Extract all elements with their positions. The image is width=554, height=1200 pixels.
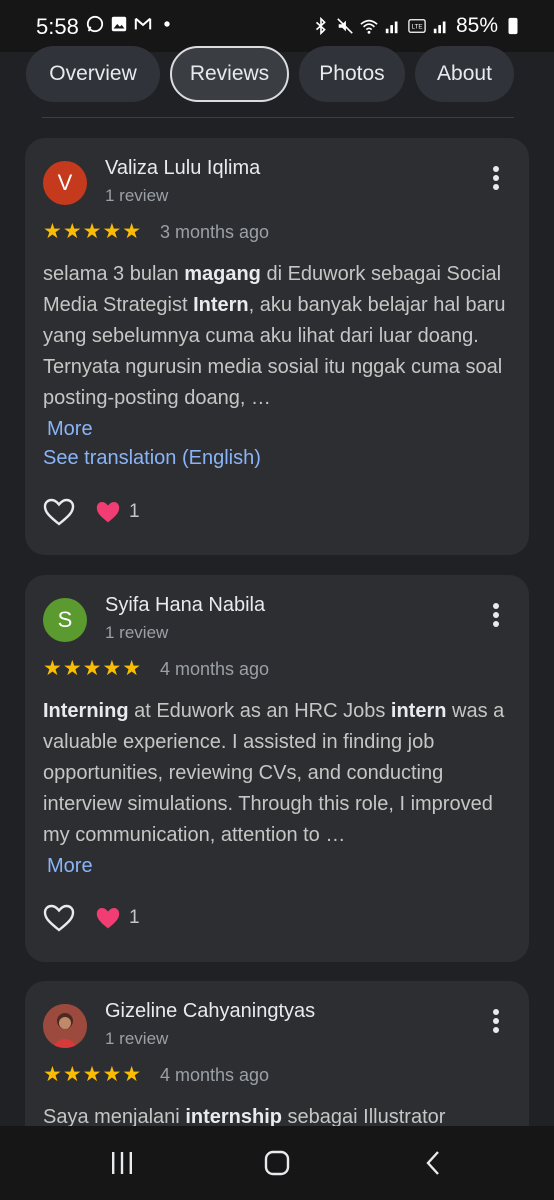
system-indicators: LTE 85% xyxy=(312,14,522,38)
avatar[interactable] xyxy=(43,1004,87,1048)
star-rating: ★★★★★ xyxy=(43,657,143,680)
bluetooth-icon xyxy=(315,17,326,35)
tabs-divider xyxy=(42,117,514,118)
svg-text:LTE: LTE xyxy=(411,24,422,31)
reaction-row: 1 xyxy=(43,903,140,933)
tab-reviews[interactable]: Reviews xyxy=(170,46,289,102)
more-link[interactable]: More xyxy=(47,855,93,877)
signal-icon xyxy=(385,21,398,34)
reviewer-meta: 1 review xyxy=(105,1029,169,1048)
tab-photos[interactable]: Photos xyxy=(299,46,405,102)
reviewer-meta: 1 review xyxy=(105,186,169,205)
heart-reaction[interactable]: 1 xyxy=(95,500,140,524)
reviewer-name[interactable]: Syifa Hana Nabila xyxy=(105,594,265,617)
review-card: Gizeline Cahyaningtyas 1 review ★★★★★ 4 … xyxy=(25,981,529,1126)
volte-icon: LTE xyxy=(408,19,426,33)
more-options-icon[interactable] xyxy=(491,166,501,194)
reviewer-name[interactable]: Gizeline Cahyaningtyas xyxy=(105,1000,315,1023)
review-text[interactable]: selama 3 bulan magang di Eduwork sebagai… xyxy=(43,259,519,445)
more-link[interactable]: More xyxy=(47,418,93,440)
review-text[interactable]: Interning at Eduwork as an HRC Jobs inte… xyxy=(43,696,519,882)
reaction-count: 1 xyxy=(129,907,140,928)
profile-photo xyxy=(43,1004,87,1048)
heart-emoji-icon xyxy=(96,908,120,929)
heart-emoji-icon xyxy=(96,502,120,523)
whatsapp-icon xyxy=(86,15,104,33)
gmail-icon xyxy=(134,17,152,30)
status-time: 5:58 xyxy=(36,14,79,39)
tab-overview[interactable]: Overview xyxy=(26,46,160,102)
reaction-row: 1 xyxy=(43,497,140,527)
review-time: 4 months ago xyxy=(160,659,270,679)
more-options-icon[interactable] xyxy=(491,603,501,631)
like-heart-icon[interactable] xyxy=(43,497,75,527)
review-card: V Valiza Lulu Iqlima 1 review ★★★★★ 3 mo… xyxy=(25,138,529,555)
more-options-icon[interactable] xyxy=(491,1009,501,1037)
recent-apps-icon[interactable] xyxy=(109,1150,135,1176)
more-notifications-dot-icon xyxy=(164,21,170,27)
battery-percent: 85% xyxy=(455,14,498,37)
notification-icons xyxy=(86,15,176,33)
star-rating: ★★★★★ xyxy=(43,1063,143,1086)
like-heart-icon[interactable] xyxy=(43,903,75,933)
battery-icon xyxy=(508,17,518,35)
mute-icon xyxy=(337,18,353,34)
home-icon[interactable] xyxy=(263,1150,291,1176)
wifi-icon xyxy=(360,19,378,34)
see-translation-link[interactable]: See translation (English) xyxy=(43,447,261,470)
reviewer-name[interactable]: Valiza Lulu Iqlima xyxy=(105,157,260,180)
star-rating: ★★★★★ xyxy=(43,220,143,243)
review-time: 3 months ago xyxy=(160,222,270,242)
reviewer-meta: 1 review xyxy=(105,623,169,642)
tab-about[interactable]: About xyxy=(415,46,514,102)
reaction-count: 1 xyxy=(129,501,140,522)
avatar[interactable]: V xyxy=(43,161,87,205)
heart-reaction[interactable]: 1 xyxy=(95,906,140,930)
review-time: 4 months ago xyxy=(160,1065,270,1085)
back-icon[interactable] xyxy=(424,1150,442,1176)
status-bar: 5:58 LTE 85% xyxy=(0,0,554,52)
place-tabs: Overview Reviews Photos About xyxy=(26,46,514,102)
review-card: S Syifa Hana Nabila 1 review ★★★★★ 4 mon… xyxy=(25,575,529,962)
avatar[interactable]: S xyxy=(43,598,87,642)
review-text[interactable]: Saya menjalani internship sebagai Illust… xyxy=(43,1102,519,1126)
signal-2-icon xyxy=(433,21,446,34)
gallery-icon xyxy=(111,16,127,32)
system-navigation-bar xyxy=(0,1126,554,1200)
